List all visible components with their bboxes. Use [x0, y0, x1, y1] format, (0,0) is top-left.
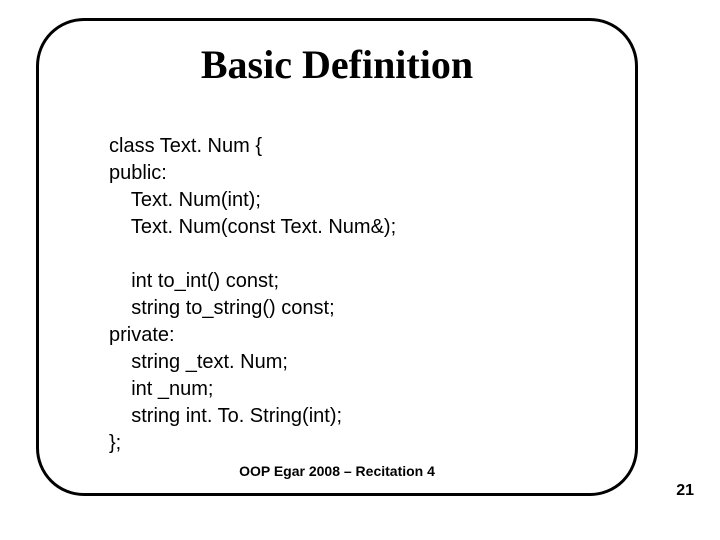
code-line: Text. Num(const Text. Num&);: [109, 216, 396, 238]
slide-frame: Basic Definition class Text. Num { publi…: [36, 18, 638, 496]
page-number: 21: [676, 482, 694, 500]
code-line: Text. Num(int);: [109, 189, 261, 211]
code-line: public:: [109, 162, 167, 184]
code-line: };: [109, 432, 121, 454]
code-line: private:: [109, 324, 175, 346]
code-line: int to_int() const;: [109, 270, 279, 292]
code-line: string to_string() const;: [109, 297, 335, 319]
code-block: class Text. Num { public: Text. Num(int)…: [109, 106, 607, 457]
slide-title: Basic Definition: [67, 41, 607, 88]
code-line: int _num;: [109, 378, 214, 400]
slide-footer: OOP Egar 2008 – Recitation 4: [39, 463, 635, 479]
code-line: class Text. Num {: [109, 135, 262, 157]
code-line: string _text. Num;: [109, 351, 288, 373]
code-line: string int. To. String(int);: [109, 405, 342, 427]
